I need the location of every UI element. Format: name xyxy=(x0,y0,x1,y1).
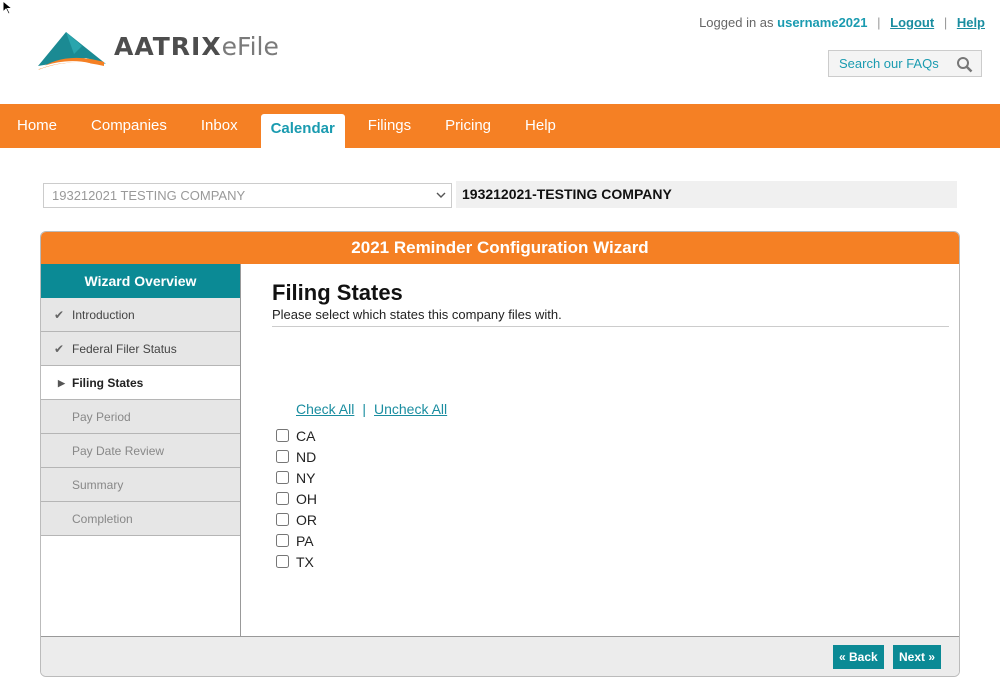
step-label: Pay Date Review xyxy=(72,444,165,458)
state-checkbox-ny[interactable] xyxy=(276,471,289,484)
state-option-oh[interactable]: OH xyxy=(276,488,317,509)
aatrix-logo[interactable]: AATRIXeFile xyxy=(36,28,279,72)
step-label: Federal Filer Status xyxy=(72,342,177,356)
step-federal-filer-status[interactable]: ✔ Federal Filer Status xyxy=(41,332,240,366)
back-button[interactable]: « Back xyxy=(833,645,884,669)
main-nav: Home Companies Inbox Calendar Filings Pr… xyxy=(0,104,1000,148)
company-name-label: 193212021-TESTING COMPANY xyxy=(456,181,957,208)
step-label: Completion xyxy=(72,512,133,526)
state-label: ND xyxy=(296,448,317,465)
step-summary: Summary xyxy=(41,468,240,502)
logo-wordmark: AATRIXeFile xyxy=(114,32,279,61)
nav-filings[interactable]: Filings xyxy=(351,109,428,143)
state-label: PA xyxy=(296,532,314,549)
step-introduction[interactable]: ✔ Introduction xyxy=(41,298,240,332)
state-label: CA xyxy=(296,427,316,444)
state-label: NY xyxy=(296,469,316,486)
search-icon[interactable] xyxy=(956,56,973,73)
wizard-content: Filing States Please select which states… xyxy=(272,264,952,636)
step-label: Filing States xyxy=(72,376,144,390)
help-link[interactable]: Help xyxy=(957,15,985,30)
step-pay-period: Pay Period xyxy=(41,400,240,434)
logo-product-text: eFile xyxy=(221,31,279,61)
nav-calendar[interactable]: Calendar xyxy=(260,114,345,148)
company-select[interactable]: 193212021 TESTING COMPANY xyxy=(43,183,452,208)
state-label: TX xyxy=(296,553,314,570)
wizard-sidebar: Wizard Overview ✔ Introduction ✔ Federal… xyxy=(41,264,241,636)
step-label: Pay Period xyxy=(72,410,131,424)
logo-mark-icon xyxy=(38,32,106,70)
logo-brand-text: AATRIX xyxy=(114,31,222,61)
nav-home[interactable]: Home xyxy=(0,109,74,143)
faq-search-input[interactable] xyxy=(839,56,954,71)
page-title: Filing States xyxy=(272,280,403,305)
state-option-or[interactable]: OR xyxy=(276,509,317,530)
state-checkbox-oh[interactable] xyxy=(276,492,289,505)
check-links: Check All | Uncheck All xyxy=(296,401,447,417)
state-option-nd[interactable]: ND xyxy=(276,446,317,467)
username: username2021 xyxy=(777,15,868,30)
state-option-ca[interactable]: CA xyxy=(276,425,317,446)
nav-companies[interactable]: Companies xyxy=(74,109,184,143)
state-checkbox-tx[interactable] xyxy=(276,555,289,568)
state-checkbox-ca[interactable] xyxy=(276,429,289,442)
next-button[interactable]: Next » xyxy=(893,645,942,669)
arrow-right-icon: ▶ xyxy=(58,378,65,388)
state-checkbox-or[interactable] xyxy=(276,513,289,526)
separator: | xyxy=(943,15,948,30)
step-completion: Completion xyxy=(41,502,240,536)
checkmark-icon: ✔ xyxy=(54,342,65,356)
check-all-link[interactable]: Check All xyxy=(296,401,354,417)
state-label: OH xyxy=(296,490,317,507)
separator: | xyxy=(877,15,881,30)
wizard-body: Wizard Overview ✔ Introduction ✔ Federal… xyxy=(41,264,959,636)
logged-in-label: Logged in as xyxy=(699,15,774,30)
state-checkbox-nd[interactable] xyxy=(276,450,289,463)
step-label: Introduction xyxy=(72,308,135,322)
faq-search xyxy=(828,50,982,77)
state-checkbox-pa[interactable] xyxy=(276,534,289,547)
state-option-tx[interactable]: TX xyxy=(276,551,317,572)
page-subtitle: Please select which states this company … xyxy=(272,307,949,327)
nav-help[interactable]: Help xyxy=(508,109,573,143)
wizard-overview-heading: Wizard Overview xyxy=(41,264,240,298)
step-label: Summary xyxy=(72,478,124,492)
state-option-pa[interactable]: PA xyxy=(276,530,317,551)
wizard-title: 2021 Reminder Configuration Wizard xyxy=(41,232,959,264)
chevron-down-icon xyxy=(436,192,446,198)
reminder-wizard: 2021 Reminder Configuration Wizard Wizar… xyxy=(40,231,960,677)
nav-pricing[interactable]: Pricing xyxy=(428,109,508,143)
uncheck-all-link[interactable]: Uncheck All xyxy=(374,401,447,417)
company-select-value: 193212021 TESTING COMPANY xyxy=(52,188,246,203)
logout-link[interactable]: Logout xyxy=(890,15,934,30)
site-header: AATRIXeFile Logged in as username2021 | … xyxy=(0,0,1000,104)
state-option-ny[interactable]: NY xyxy=(276,467,317,488)
state-label: OR xyxy=(296,511,317,528)
wizard-footer: « Back Next » xyxy=(41,636,959,676)
step-pay-date-review: Pay Date Review xyxy=(41,434,240,468)
login-bar: Logged in as username2021 | Logout | Hel… xyxy=(699,15,985,30)
step-filing-states[interactable]: ▶ Filing States xyxy=(41,366,240,400)
separator: | xyxy=(362,401,366,417)
nav-inbox[interactable]: Inbox xyxy=(184,109,255,143)
state-list: CA ND NY OH OR PA TX xyxy=(276,425,317,572)
checkmark-icon: ✔ xyxy=(54,308,65,322)
